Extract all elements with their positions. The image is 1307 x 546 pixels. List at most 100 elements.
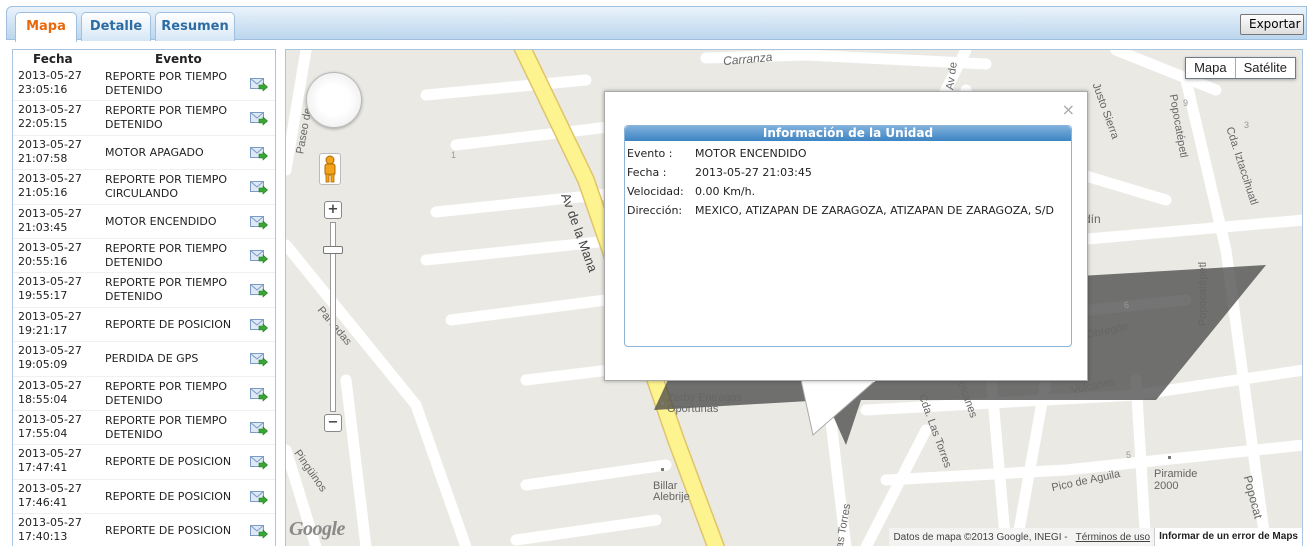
event-row[interactable]: 2013-05-27 21:03:45 MOTOR ENCENDIDO xyxy=(13,205,275,239)
event-row[interactable]: 2013-05-27 17:46:41 REPORTE DE POSICION xyxy=(13,480,275,515)
zoom-slider-thumb[interactable] xyxy=(323,246,343,254)
place-label: Oportunas xyxy=(667,403,719,415)
events-header: Fecha Evento xyxy=(13,50,275,67)
event-name-text: MOTOR ENCENDIDO xyxy=(105,214,217,228)
map-type-satellite-button[interactable]: Satélite xyxy=(1236,58,1295,78)
map-view[interactable]: Carranza Av de la Mana Paseo de Parvadas… xyxy=(285,49,1303,546)
evento-label: Evento : xyxy=(627,147,673,160)
map-footer: Datos de mapa ©2013 Google, INEGI - Térm… xyxy=(889,528,1302,546)
envelope-arrow-icon[interactable] xyxy=(250,283,268,299)
event-date: 2013-05-27 xyxy=(18,309,82,323)
tab-mapa[interactable]: Mapa xyxy=(15,12,77,42)
direccion-value: MEXICO, ATIZAPAN DE ZARAGOZA, ATIZAPAN D… xyxy=(695,204,1054,217)
event-name-text: REPORTE POR TIEMPO DETENIDO xyxy=(105,104,228,132)
event-row[interactable]: 2013-05-27 19:21:17 REPORTE DE POSICION xyxy=(13,308,275,343)
event-datetime: 2013-05-27 19:21:17 xyxy=(18,310,98,338)
event-row[interactable]: 2013-05-27 17:40:13 REPORTE DE POSICION xyxy=(13,514,275,546)
envelope-arrow-icon[interactable] xyxy=(250,146,268,161)
pan-control[interactable] xyxy=(306,72,362,128)
event-name-text: REPORTE DE POSICION xyxy=(105,317,232,331)
event-datetime: 2013-05-27 19:05:09 xyxy=(18,344,98,372)
event-time: 17:47:41 xyxy=(18,461,68,475)
event-name-text: REPORTE DE POSICION xyxy=(105,455,232,469)
envelope-arrow-icon[interactable] xyxy=(250,249,268,264)
terms-link[interactable]: Términos de uso xyxy=(1072,532,1154,543)
place-label: 2000 xyxy=(1154,480,1179,492)
event-name-text: REPORTE POR TIEMPO DETENIDO xyxy=(105,70,228,97)
event-datetime: 2013-05-27 22:05:15 xyxy=(18,103,98,131)
envelope-arrow-icon[interactable] xyxy=(250,352,268,367)
event-time: 17:40:13 xyxy=(18,530,68,544)
fecha-value: 2013-05-27 21:03:45 xyxy=(695,166,812,179)
event-name: REPORTE DE POSICION xyxy=(105,480,245,514)
event-time: 20:55:16 xyxy=(18,254,68,268)
street-view-pegman-icon[interactable] xyxy=(319,153,341,185)
info-window: × Información de la Unidad Evento : MOTOR… xyxy=(604,91,1088,381)
envelope-arrow-icon[interactable] xyxy=(250,318,268,333)
map-attribution: Datos de mapa ©2013 Google, INEGI - xyxy=(893,531,1068,543)
zoom-out-button[interactable]: − xyxy=(324,414,342,432)
event-date: 2013-05-27 xyxy=(18,275,82,289)
event-name: MOTOR ENCENDIDO xyxy=(105,205,245,239)
event-time: 22:05:15 xyxy=(18,117,68,131)
event-row[interactable]: 2013-05-27 18:55:04 REPORTE POR TIEMPO DET… xyxy=(13,377,275,411)
event-row[interactable]: 2013-05-27 17:55:04 REPORTE POR TIEMPO DET… xyxy=(13,411,275,446)
evento-value: MOTOR ENCENDIDO xyxy=(695,147,807,160)
event-date: 2013-05-27 xyxy=(18,516,82,530)
event-datetime: 2013-05-27 18:55:04 xyxy=(18,379,98,407)
event-datetime: 2013-05-27 19:55:17 xyxy=(18,275,98,303)
tab-detalle[interactable]: Detalle xyxy=(81,12,151,41)
event-row[interactable]: 2013-05-27 19:55:17 REPORTE POR TIEMPO DET… xyxy=(13,273,275,308)
event-datetime: 2013-05-27 21:03:45 xyxy=(18,207,98,235)
event-time: 19:05:09 xyxy=(18,358,68,372)
event-date: 2013-05-27 xyxy=(18,481,82,495)
envelope-arrow-icon[interactable] xyxy=(250,111,268,127)
envelope-arrow-icon[interactable] xyxy=(250,77,268,92)
tab-resumen[interactable]: Resumen xyxy=(155,12,235,41)
event-time: 21:03:45 xyxy=(18,220,68,234)
report-error-link[interactable]: Informar de un error de Maps xyxy=(1154,528,1302,546)
event-row[interactable]: 2013-05-27 22:05:15 REPORTE POR TIEMPO DET… xyxy=(13,101,275,136)
export-button[interactable]: Exportar xyxy=(1240,14,1304,35)
envelope-arrow-icon[interactable] xyxy=(250,524,268,539)
event-name: REPORTE POR TIEMPO DETENIDO xyxy=(105,377,245,411)
event-row[interactable]: 2013-05-27 23:05:16 REPORTE POR TIEMPO DET… xyxy=(13,67,275,102)
event-row[interactable]: 2013-05-27 19:05:09 PERDIDA DE GPS xyxy=(13,342,275,377)
zoom-in-button[interactable]: + xyxy=(324,201,342,219)
envelope-arrow-icon[interactable] xyxy=(250,490,268,505)
event-datetime: 2013-05-27 23:05:16 xyxy=(18,69,98,97)
event-datetime: 2013-05-27 20:55:16 xyxy=(18,241,98,269)
event-row[interactable]: 2013-05-27 21:05:16 REPORTE POR TIEMPO CIR… xyxy=(13,170,275,205)
event-name-text: REPORTE POR TIEMPO DETENIDO xyxy=(105,379,228,407)
event-time: 17:55:04 xyxy=(18,426,68,440)
place-label: Alebrije xyxy=(653,491,690,503)
events-panel: Fecha Evento 2013-05-27 23:05:16 REPORTE P… xyxy=(12,49,276,546)
event-datetime: 2013-05-27 17:40:13 xyxy=(18,516,98,544)
envelope-arrow-icon[interactable] xyxy=(250,215,268,230)
close-icon[interactable]: × xyxy=(1062,100,1075,119)
envelope-arrow-icon[interactable] xyxy=(250,455,268,470)
event-time: 17:46:41 xyxy=(18,495,68,509)
info-velocidad-row: Velocidad: 0.00 Km/h. xyxy=(627,185,755,198)
event-date: 2013-05-27 xyxy=(18,378,82,392)
event-date: 2013-05-27 xyxy=(18,103,82,117)
event-datetime: 2013-05-27 17:47:41 xyxy=(18,447,98,475)
event-datetime: 2013-05-27 17:55:04 xyxy=(18,413,98,441)
event-row[interactable]: 2013-05-27 17:47:41 REPORTE DE POSICION xyxy=(13,445,275,480)
event-name: REPORTE DE POSICION xyxy=(105,514,245,546)
event-date: 2013-05-27 xyxy=(18,206,82,220)
envelope-arrow-icon[interactable] xyxy=(250,387,268,402)
block-number: 1 xyxy=(451,150,457,160)
events-list: 2013-05-27 23:05:16 REPORTE POR TIEMPO DET… xyxy=(13,67,275,546)
block-number: 3 xyxy=(1244,120,1250,130)
event-name-text: PERDIDA DE GPS xyxy=(105,352,199,366)
envelope-arrow-icon[interactable] xyxy=(250,180,268,195)
tab-bar: Mapa Detalle Resumen Exportar xyxy=(6,6,1307,42)
envelope-arrow-icon[interactable] xyxy=(250,421,268,436)
place-label: Piramide xyxy=(1154,468,1198,480)
event-row[interactable]: 2013-05-27 21:07:58 MOTOR APAGADO xyxy=(13,136,275,171)
event-date: 2013-05-27 xyxy=(18,412,82,426)
event-row[interactable]: 2013-05-27 20:55:16 REPORTE POR TIEMPO DET… xyxy=(13,239,275,274)
map-type-map-button[interactable]: Mapa xyxy=(1186,58,1236,78)
event-time: 19:55:17 xyxy=(18,289,68,303)
